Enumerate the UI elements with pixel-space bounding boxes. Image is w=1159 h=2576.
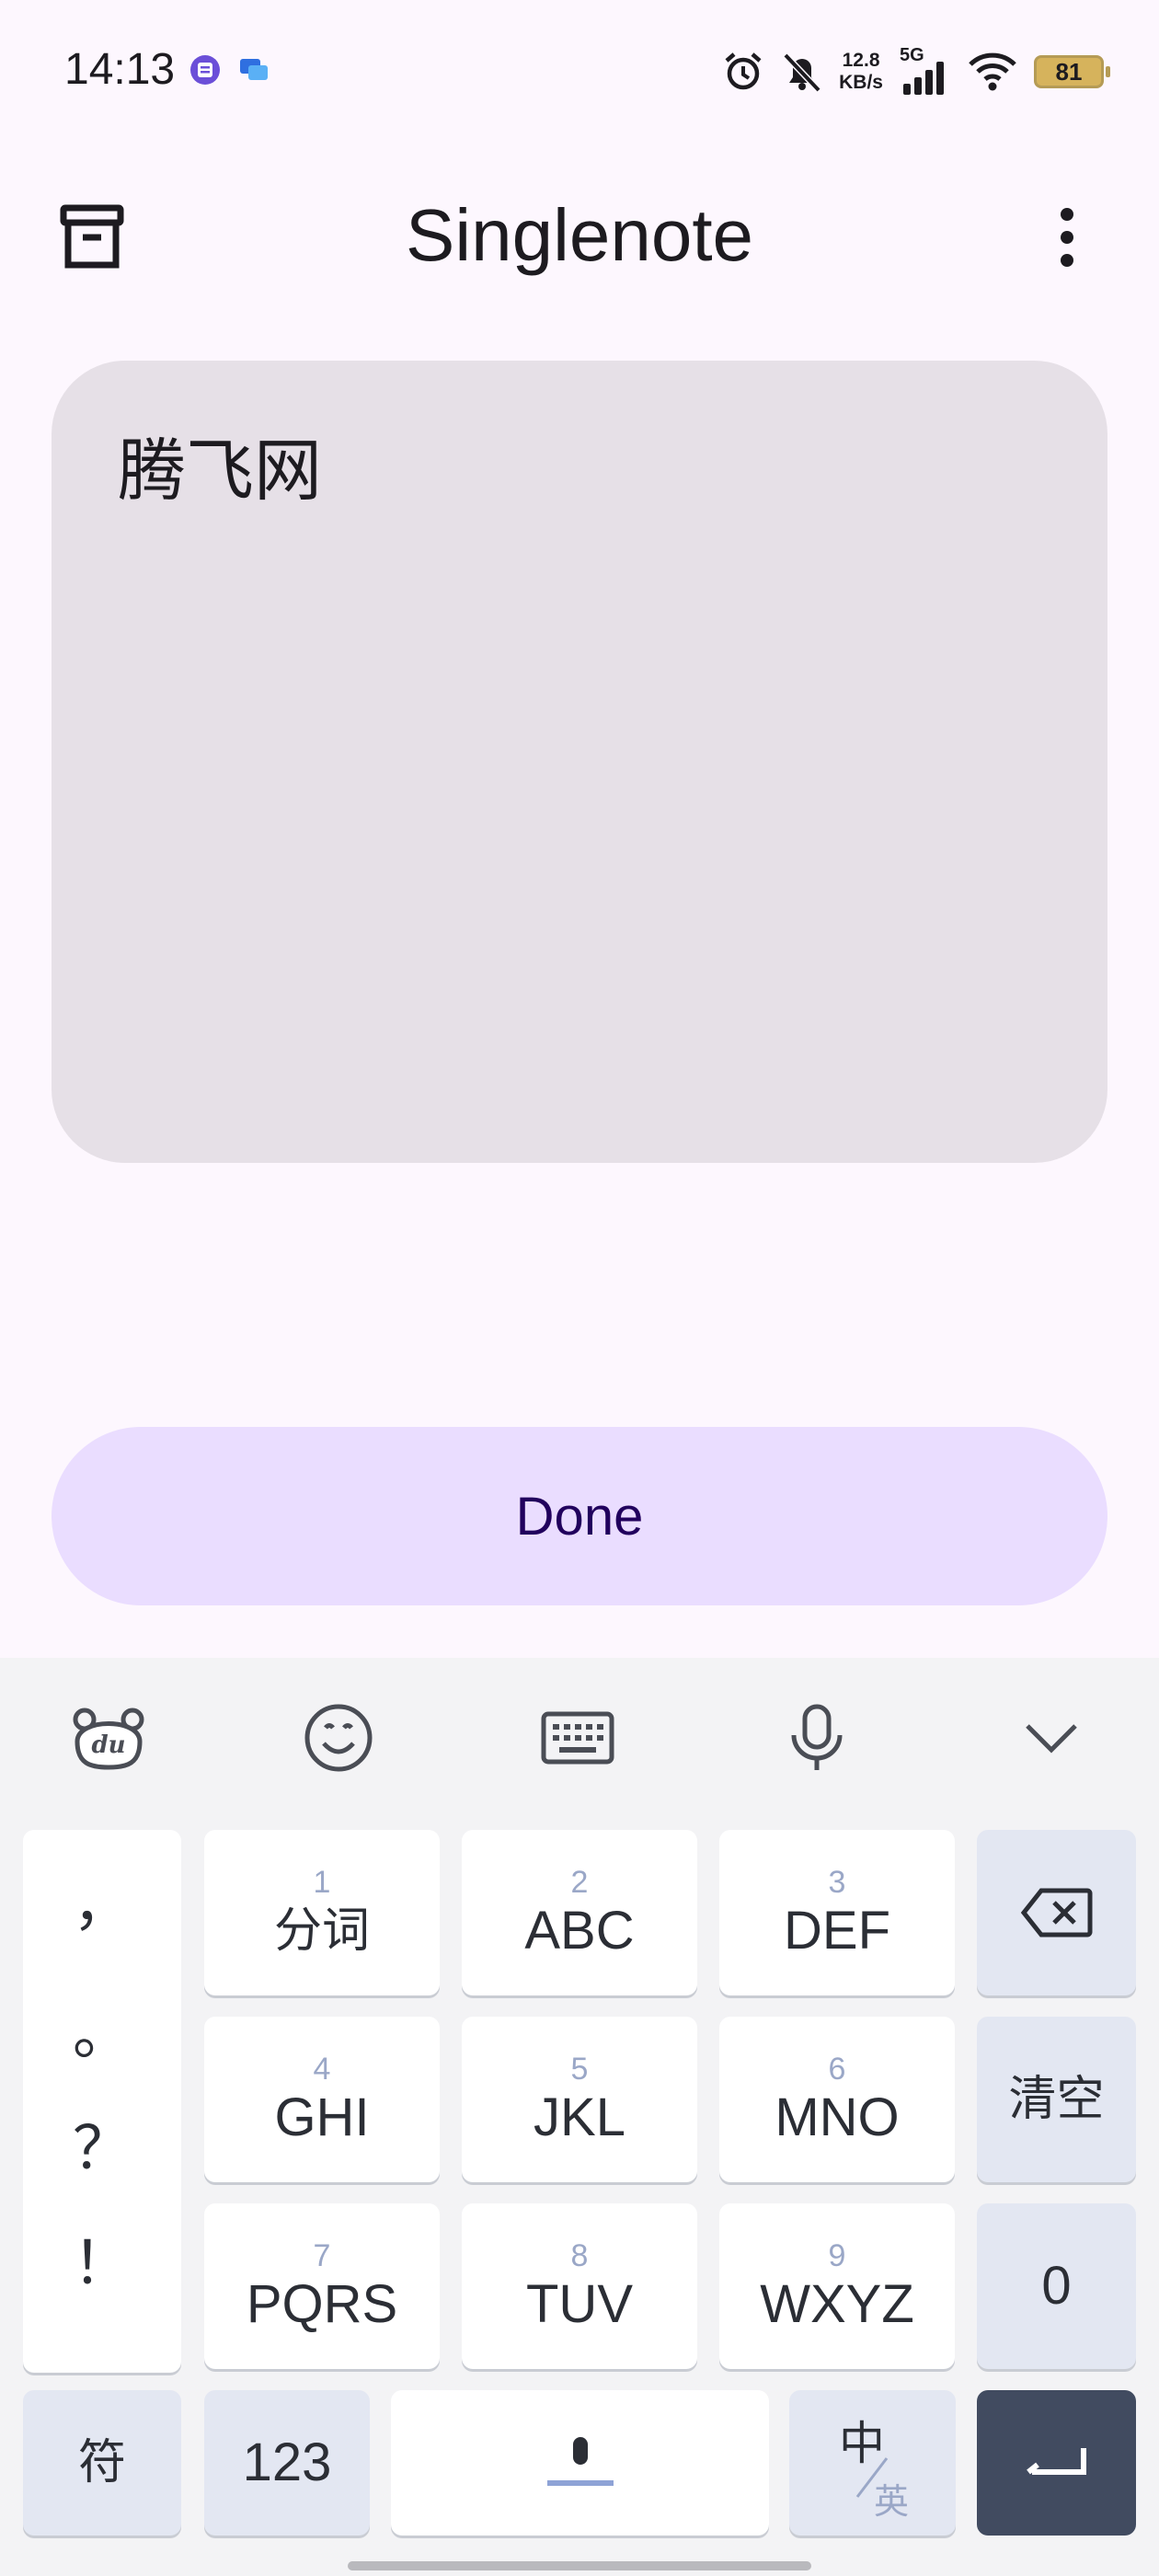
message-app-icon (240, 59, 268, 80)
key-5[interactable]: 5 JKL (462, 2017, 697, 2182)
notification-app-icon (190, 55, 220, 85)
navigation-handle[interactable] (348, 2561, 811, 2570)
net-speed-value: 12.8 (842, 50, 880, 71)
space-microphone-icon (546, 2437, 614, 2486)
key-2[interactable]: 2 ABC (462, 1830, 697, 1995)
battery-level: 81 (1055, 57, 1083, 86)
top-app-bar: Singlenote (0, 166, 1159, 294)
key-1[interactable]: 1 分词 (204, 1830, 440, 1995)
key-number: 8 (570, 2238, 589, 2273)
lang-secondary: 英 (874, 2481, 910, 2522)
app-title: Singlenote (405, 194, 754, 276)
punct-question-key[interactable]: ？ (23, 2101, 181, 2186)
archive-button[interactable] (51, 196, 133, 279)
key-number: 5 (570, 2052, 589, 2087)
key-label: DEF (784, 1901, 890, 1961)
clear-key[interactable]: 清空 (977, 2017, 1136, 2182)
battery-icon: 81 (1034, 55, 1110, 88)
emoji-icon (304, 1704, 373, 1772)
done-button[interactable]: Done (52, 1427, 1107, 1605)
mute-bell-icon (783, 52, 821, 93)
key-label: 0 (1041, 2256, 1072, 2316)
wifi-icon (969, 52, 1016, 91)
chevron-down-icon (1026, 1724, 1077, 1754)
key-label: TUV (526, 2274, 633, 2334)
note-editor[interactable]: 腾飞网 (52, 361, 1107, 1163)
punct-exclaim-key[interactable]: ！ (23, 2216, 181, 2301)
keyboard-switch-button[interactable] (532, 1696, 624, 1779)
key-0[interactable]: 0 (977, 2203, 1136, 2369)
enter-key[interactable] (977, 2390, 1136, 2536)
backspace-icon (1020, 1888, 1092, 1938)
punct-comma-key[interactable]: ， (23, 1857, 181, 1942)
du-bear-icon: du (73, 1708, 144, 1770)
net-speed-unit: KB/s (839, 72, 883, 93)
network-speed: 12.8 KB/s (839, 50, 883, 94)
enter-icon (1026, 2448, 1086, 2475)
status-icons: 12.8 KB/s 5G 81 (721, 44, 1110, 99)
note-text[interactable]: 腾飞网 (118, 416, 322, 514)
key-label: WXYZ (760, 2274, 914, 2334)
emoji-button[interactable] (293, 1696, 384, 1779)
du-bear-button[interactable]: du (63, 1696, 155, 1779)
more-vert-icon (1061, 208, 1073, 267)
space-key[interactable] (391, 2390, 769, 2536)
punct-period-key[interactable]: 。 (23, 1986, 181, 2071)
language-switch-key[interactable]: 中 英 (789, 2390, 956, 2536)
key-label: GHI (274, 2087, 370, 2147)
status-bar: 14:13 12.8 KB/s 5G 81 (0, 0, 1159, 138)
key-4[interactable]: 4 GHI (204, 2017, 440, 2182)
symbol-label: 符 (77, 2435, 126, 2490)
clear-label: 清空 (1008, 2072, 1105, 2127)
key-number: 7 (313, 2238, 331, 2273)
symbol-key[interactable]: 符 (23, 2390, 181, 2536)
key-label: PQRS (246, 2274, 398, 2334)
backspace-key[interactable] (977, 1830, 1136, 1995)
key-number: 6 (828, 2052, 846, 2087)
key-label: ABC (524, 1901, 635, 1961)
archive-icon (60, 204, 124, 269)
punctuation-column: ， 。 ？ ！ (23, 1830, 181, 2373)
key-number: 2 (570, 1865, 589, 1900)
key-number: 4 (313, 2052, 331, 2087)
key-6[interactable]: 6 MNO (719, 2017, 955, 2182)
key-label: 分词 (273, 1903, 370, 1959)
more-options-button[interactable] (1026, 196, 1108, 279)
key-number: 9 (828, 2238, 846, 2273)
keyboard-icon (541, 1711, 614, 1765)
alarm-icon (725, 52, 762, 90)
key-7[interactable]: 7 PQRS (204, 2203, 440, 2369)
svg-text:du: du (91, 1731, 125, 1759)
numeric-key[interactable]: 123 (204, 2390, 370, 2536)
microphone-icon (791, 1704, 843, 1770)
status-time: 14:13 (64, 45, 176, 94)
key-9[interactable]: 9 WXYZ (719, 2203, 955, 2369)
numeric-label: 123 (242, 2432, 332, 2492)
key-label: JKL (534, 2087, 625, 2147)
keyboard-toolbar: du (0, 1658, 1159, 1814)
key-label: MNO (775, 2087, 900, 2147)
key-number: 1 (313, 1865, 331, 1900)
signal-icon: 5G (900, 45, 951, 95)
key-number: 3 (828, 1865, 846, 1900)
key-8[interactable]: 8 TUV (462, 2203, 697, 2369)
key-3[interactable]: 3 DEF (719, 1830, 955, 1995)
ime-keyboard: du ， 。 ？ ！ 1 分词 2 ABC 3 DEF 4 GHI 5 JKL … (0, 1658, 1159, 2576)
voice-input-button[interactable] (771, 1696, 863, 1779)
hide-keyboard-button[interactable] (1005, 1696, 1097, 1779)
